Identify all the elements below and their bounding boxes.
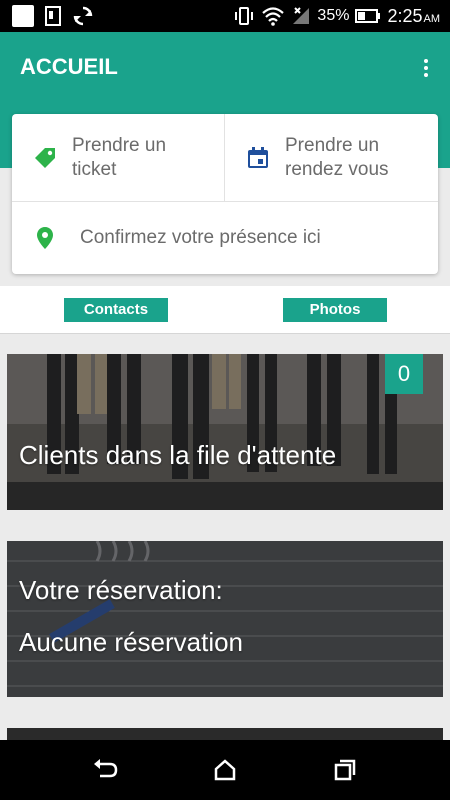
reservation-card[interactable]: Votre réservation: Aucune réservation xyxy=(7,541,443,697)
wifi-icon xyxy=(262,7,285,26)
vibrate-icon xyxy=(235,7,254,25)
ticket-tag-icon xyxy=(35,147,55,168)
calendar-icon xyxy=(248,146,268,168)
queue-card[interactable]: Clients dans la file d'attente 0 xyxy=(7,354,443,510)
tab-photos[interactable]: Photos xyxy=(283,298,387,322)
queue-title: Clients dans la file d'attente xyxy=(19,440,337,470)
book-appointment-label-2: rendez vous xyxy=(285,158,389,180)
battery-percent: 35% xyxy=(317,7,350,24)
recent-apps-icon[interactable] xyxy=(330,756,360,784)
actions-card: Prendre un ticket Prendre un rendez vous… xyxy=(12,114,438,274)
status-bar: 35% 2:25AM xyxy=(0,0,450,32)
signal-icon xyxy=(293,7,310,24)
clock-ampm: AM xyxy=(423,12,441,25)
confirm-presence-button[interactable]: Confirmez votre présence ici xyxy=(12,202,438,274)
home-icon[interactable] xyxy=(210,756,240,784)
reservation-value: Aucune réservation xyxy=(19,627,244,657)
queue-count-badge: 0 xyxy=(385,354,423,394)
take-ticket-label-2: ticket xyxy=(72,158,117,180)
take-ticket-button[interactable]: Prendre un ticket xyxy=(12,114,225,202)
reservation-title: Votre réservation: xyxy=(19,575,223,605)
notification-icon xyxy=(12,5,34,27)
page-title: ACCUEIL xyxy=(20,54,118,79)
back-icon[interactable] xyxy=(90,756,120,784)
confirm-presence-label: Confirmez votre présence ici xyxy=(80,227,321,248)
tabs-strip: Contacts Photos xyxy=(0,286,450,334)
tab-contacts[interactable]: Contacts xyxy=(64,298,168,322)
sim-card-icon xyxy=(45,6,61,26)
sync-icon xyxy=(73,6,93,26)
book-appointment-label-1: Prendre un xyxy=(285,134,380,156)
navigation-bar xyxy=(0,740,450,800)
take-ticket-label-1: Prendre un xyxy=(72,134,167,156)
battery-icon xyxy=(355,9,381,23)
clock-time: 2:25 xyxy=(387,5,423,26)
overflow-menu-button[interactable] xyxy=(410,52,442,84)
location-pin-icon xyxy=(37,227,53,249)
more-vert-icon xyxy=(424,59,428,63)
book-appointment-button[interactable]: Prendre un rendez vous xyxy=(225,114,438,202)
